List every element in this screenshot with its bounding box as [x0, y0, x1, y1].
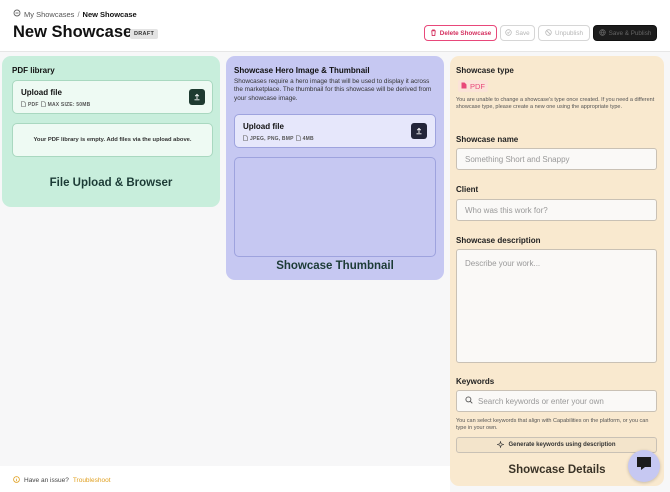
troubleshoot-link[interactable]: Troubleshoot [73, 477, 111, 484]
showcase-type-help: You are unable to change a showcase's ty… [456, 97, 655, 110]
hero-image-title: Showcase Hero Image & Thumbnail [234, 66, 370, 75]
pdf-library-panel: PDF library Upload file PDF MAX SIZE: 50… [2, 56, 220, 207]
breadcrumb-parent-link[interactable]: My Showcases [24, 10, 74, 19]
hero-image-description: Showcases require a hero image that will… [234, 78, 432, 102]
save-label: Save [515, 29, 530, 37]
pdf-upload-meta: PDF MAX SIZE: 50MB [21, 101, 90, 109]
pdf-upload-title: Upload file [21, 88, 62, 97]
showcase-type-value: PDF [458, 80, 488, 92]
showcase-description-textarea[interactable]: Describe your work... [456, 249, 657, 363]
page-title: New Showcase [13, 23, 133, 41]
issue-notice: Have an issue? Troubleshoot [13, 476, 111, 485]
hero-image-panel: Showcase Hero Image & Thumbnail Showcase… [226, 56, 444, 280]
info-icon [13, 476, 20, 485]
pdf-library-empty-message: Your PDF library is empty. Add files via… [12, 123, 213, 157]
pdf-upload-button[interactable] [189, 89, 205, 105]
breadcrumb: My Showcases / New Showcase [13, 9, 137, 19]
upload-icon [193, 88, 201, 106]
generate-keywords-label: Generate keywords using description [508, 442, 616, 448]
search-icon [465, 396, 473, 406]
client-placeholder: Who was this work for? [465, 205, 548, 215]
showcase-name-placeholder: Something Short and Snappy [465, 154, 570, 164]
issue-text: Have an issue? [24, 477, 69, 484]
generate-keywords-button[interactable]: Generate keywords using description [456, 437, 657, 453]
keywords-placeholder: Search keywords or enter your own [478, 396, 604, 406]
save-icon [505, 28, 513, 38]
hero-upload-button[interactable] [411, 123, 427, 139]
file-icon [243, 135, 248, 143]
status-badge: DRAFT [130, 29, 159, 39]
keywords-help: You can select keywords that align with … [456, 418, 649, 431]
chat-icon [636, 456, 652, 476]
upload-icon [415, 122, 423, 140]
keywords-search-input[interactable]: Search keywords or enter your own [456, 390, 657, 412]
hero-upload-max: 4MB [302, 136, 314, 142]
save-and-publish-label: Save & Publish [608, 29, 652, 37]
hero-upload-title: Upload file [243, 122, 284, 131]
chat-button[interactable] [628, 450, 660, 482]
delete-showcase-label: Delete Showcase [439, 29, 492, 37]
file-icon [21, 101, 26, 109]
trash-icon [430, 28, 437, 38]
unpublish-button[interactable]: Unpublish [538, 25, 590, 41]
client-label: Client [456, 185, 479, 194]
showcase-type-text: PDF [470, 81, 485, 91]
folder-icon [13, 9, 21, 19]
hero-upload-meta: JPEG, PNG, BMP 4MB [243, 135, 314, 143]
showcase-name-label: Showcase name [456, 135, 519, 144]
showcase-type-label: Showcase type [456, 66, 514, 75]
thumbnail-region-label: Showcase Thumbnail [276, 260, 394, 272]
unpublish-label: Unpublish [554, 29, 583, 37]
file-upload-region-label: File Upload & Browser [49, 177, 173, 189]
showcase-details-panel: Showcase type PDF You are unable to chan… [450, 56, 664, 486]
footer: Have an issue? Troubleshoot [0, 466, 450, 492]
showcase-description-label: Showcase description [456, 236, 541, 245]
keywords-label: Keywords [456, 377, 495, 386]
hero-upload-dropzone[interactable]: Upload file JPEG, PNG, BMP 4MB [234, 114, 436, 148]
delete-showcase-button[interactable]: Delete Showcase [424, 25, 497, 41]
breadcrumb-separator: / [77, 9, 80, 19]
breadcrumb-current: New Showcase [82, 9, 137, 19]
file-size-icon [40, 101, 46, 109]
showcase-description-placeholder: Describe your work... [465, 259, 541, 268]
unpublish-icon [545, 28, 552, 38]
hero-image-preview [234, 157, 436, 257]
header: My Showcases / New Showcase New Showcase… [0, 0, 670, 52]
page: My Showcases / New Showcase New Showcase… [0, 0, 670, 492]
hero-upload-types: JPEG, PNG, BMP [250, 136, 294, 142]
client-input[interactable]: Who was this work for? [456, 199, 657, 221]
pdf-upload-type: PDF [28, 102, 39, 108]
pdf-upload-dropzone[interactable]: Upload file PDF MAX SIZE: 50MB [12, 80, 213, 114]
save-button[interactable]: Save [500, 25, 535, 41]
pdf-upload-max: MAX SIZE: 50MB [47, 102, 91, 108]
pdf-library-title: PDF library [12, 66, 55, 75]
showcase-name-input[interactable]: Something Short and Snappy [456, 148, 657, 170]
save-and-publish-button[interactable]: Save & Publish [593, 25, 657, 41]
file-size-icon [295, 135, 301, 143]
sparkle-icon [496, 439, 506, 450]
file-icon [461, 82, 467, 91]
publish-icon [598, 28, 606, 38]
